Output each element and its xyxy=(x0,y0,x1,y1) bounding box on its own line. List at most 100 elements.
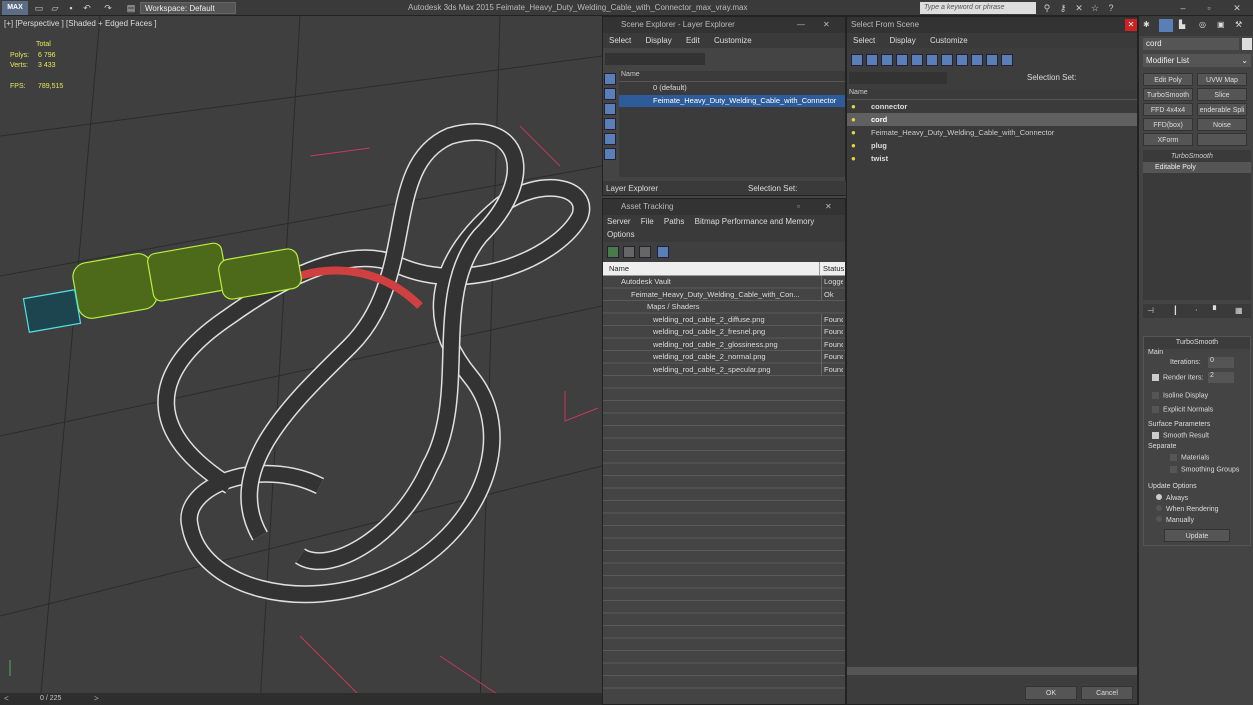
close-icon[interactable]: ✕ xyxy=(1232,3,1242,13)
asset-row[interactable]: welding_rod_cable_2_fresnel.png Found xyxy=(603,326,843,339)
column-header-name[interactable]: Name xyxy=(847,89,1137,100)
modifier-button[interactable]: UVW Map xyxy=(1197,73,1247,86)
modifier-list-dropdown[interactable]: Modifier List ⌄ xyxy=(1143,54,1251,67)
smoothing-groups-checkbox[interactable]: Smoothing Groups xyxy=(1170,466,1239,473)
menu-display[interactable]: Display xyxy=(639,33,677,48)
motion-tab-icon[interactable]: ◎ xyxy=(1199,20,1206,29)
minimize-icon[interactable]: – xyxy=(1178,3,1188,13)
lightbulb-icon[interactable]: ● xyxy=(851,152,856,165)
iterations-spinner[interactable]: 0 xyxy=(1208,357,1234,368)
menu-customize[interactable]: Customize xyxy=(924,33,974,48)
ok-button[interactable]: OK xyxy=(1025,686,1077,700)
object-name-field[interactable]: cord xyxy=(1143,38,1239,50)
asset-tracking-title[interactable]: Asset Tracking ▫ ✕ xyxy=(603,199,845,215)
modifier-button[interactable]: Noise xyxy=(1197,118,1247,131)
modifier-button[interactable]: Slice xyxy=(1197,88,1247,101)
maximize-icon[interactable]: ▫ xyxy=(797,199,800,215)
maximize-icon[interactable]: ▫ xyxy=(1204,3,1214,13)
menu-edit[interactable]: Edit xyxy=(680,33,706,48)
rollout-title[interactable]: TurboSmooth xyxy=(1144,337,1250,349)
layer-row[interactable]: 0 (default) xyxy=(619,82,845,95)
asset-row[interactable]: Autodesk Vault Logged xyxy=(603,276,843,289)
redo-icon[interactable]: ↷ xyxy=(103,3,113,13)
save-icon[interactable]: ▪ xyxy=(66,3,76,13)
modifier-button[interactable]: enderable Spli xyxy=(1197,103,1247,116)
materials-checkbox[interactable]: Materials xyxy=(1170,454,1209,461)
select-from-scene-title[interactable]: Select From Scene ✕ xyxy=(847,17,1137,33)
menu-bitmap-performance[interactable]: Bitmap Performance and Memory xyxy=(691,217,819,226)
star-icon[interactable]: ☆ xyxy=(1090,3,1100,13)
stack-item-turbosmooth[interactable]: TurboSmooth xyxy=(1143,150,1251,160)
modifier-button[interactable]: FFD(box) xyxy=(1143,118,1193,131)
scene-search-field[interactable] xyxy=(605,53,705,65)
stack-item-editable-poly[interactable]: Editable Poly xyxy=(1143,162,1251,173)
render-iters-checkbox[interactable]: Render Iters: xyxy=(1152,374,1203,381)
perspective-viewport[interactable]: [+] [Perspective ] [Shaded + Edged Faces… xyxy=(0,16,602,705)
modifier-button[interactable]: Edit Poly xyxy=(1143,73,1193,86)
pin-stack-icon[interactable]: ⊣ xyxy=(1147,306,1154,315)
asset-row[interactable]: Feimate_Heavy_Duty_Welding_Cable_with_Co… xyxy=(603,288,843,301)
isoline-checkbox[interactable]: Isoline Display xyxy=(1152,392,1208,399)
scene-object-row[interactable]: ● connector xyxy=(847,100,1137,113)
modifier-button[interactable] xyxy=(1197,133,1247,146)
remove-modifier-icon[interactable]: ▘ xyxy=(1213,306,1219,315)
minimize-icon[interactable]: — xyxy=(797,17,805,33)
layer-explorer-dropdown[interactable]: Layer Explorer xyxy=(606,184,658,193)
scene-object-row[interactable]: ● plug xyxy=(847,139,1137,152)
slider-next-icon[interactable]: > xyxy=(94,694,99,703)
scene-explorer-title[interactable]: Scene Explorer - Layer Explorer — ✕ xyxy=(603,17,845,33)
search-input[interactable]: Type a keyword or phrase xyxy=(920,2,1036,14)
modifier-button[interactable]: TurboSmooth xyxy=(1143,88,1193,101)
configure-sets-icon[interactable]: ▦ xyxy=(1235,306,1243,315)
render-iters-spinner[interactable]: 2 xyxy=(1208,372,1234,383)
horizontal-scrollbar[interactable] xyxy=(847,667,1137,675)
open-file-icon[interactable]: ▱ xyxy=(50,3,60,13)
slider-prev-icon[interactable]: < xyxy=(4,694,9,703)
column-name[interactable]: Name xyxy=(609,262,629,276)
lightbulb-icon[interactable]: ● xyxy=(851,139,856,152)
scene-object-row[interactable]: ● twist xyxy=(847,152,1137,165)
project-folder-icon[interactable]: ▤ xyxy=(126,3,136,13)
menu-server[interactable]: Server xyxy=(603,217,635,226)
cancel-button[interactable]: Cancel xyxy=(1081,686,1133,700)
lightbulb-icon[interactable]: ● xyxy=(851,126,856,139)
asset-row[interactable]: Maps / Shaders xyxy=(603,301,843,314)
menu-paths[interactable]: Paths xyxy=(660,217,688,226)
display-tab-icon[interactable]: ▣ xyxy=(1217,20,1225,29)
show-end-result-icon[interactable]: ┃ xyxy=(1173,306,1178,315)
asset-row[interactable]: welding_rod_cable_2_glossiness.png Found xyxy=(603,338,843,351)
hierarchy-tab-icon[interactable]: ▙ xyxy=(1179,20,1185,29)
smooth-result-checkbox[interactable]: Smooth Result xyxy=(1152,432,1209,439)
asset-row[interactable]: welding_rod_cable_2_normal.png Found xyxy=(603,351,843,364)
asset-row[interactable]: welding_rod_cable_2_specular.png Found xyxy=(603,363,843,376)
explicit-normals-checkbox[interactable]: Explicit Normals xyxy=(1152,406,1213,413)
object-color-swatch[interactable] xyxy=(1242,38,1252,50)
modifier-button[interactable]: XForm xyxy=(1143,133,1193,146)
binoculars-icon[interactable]: ⚲ xyxy=(1042,3,1052,13)
menu-file[interactable]: File xyxy=(637,217,658,226)
menu-customize[interactable]: Customize xyxy=(708,33,758,48)
always-radio[interactable]: Always xyxy=(1156,494,1188,502)
menu-options[interactable]: Options xyxy=(603,226,845,241)
time-slider[interactable]: < 0 / 225 > xyxy=(0,693,602,705)
app-logo[interactable]: MAX xyxy=(2,1,28,15)
undo-icon[interactable]: ↶ xyxy=(82,3,92,13)
update-button[interactable]: Update xyxy=(1164,529,1230,542)
menu-select[interactable]: Select xyxy=(847,33,881,48)
select-search-field[interactable] xyxy=(849,72,947,84)
make-unique-icon[interactable]: ⋅ xyxy=(1195,306,1198,315)
close-icon[interactable]: ✕ xyxy=(825,199,832,215)
create-tab-icon[interactable]: ✱ xyxy=(1143,20,1150,29)
manually-radio[interactable]: Manually xyxy=(1156,516,1194,524)
menu-select[interactable]: Select xyxy=(603,33,637,48)
modify-tab-icon[interactable] xyxy=(1159,19,1173,32)
asset-row[interactable]: welding_rod_cable_2_diffuse.png Found xyxy=(603,313,843,326)
help-icon[interactable]: ? xyxy=(1106,3,1116,13)
layer-row[interactable]: Feimate_Heavy_Duty_Welding_Cable_with_Co… xyxy=(619,94,845,107)
menu-display[interactable]: Display xyxy=(883,33,921,48)
modifier-button[interactable]: FFD 4x4x4 xyxy=(1143,103,1193,116)
workspace-dropdown[interactable]: Workspace: Default xyxy=(140,2,236,14)
close-icon[interactable]: ✕ xyxy=(823,17,830,33)
lightbulb-icon[interactable]: ● xyxy=(851,113,856,126)
close-icon[interactable]: ✕ xyxy=(1125,19,1137,31)
